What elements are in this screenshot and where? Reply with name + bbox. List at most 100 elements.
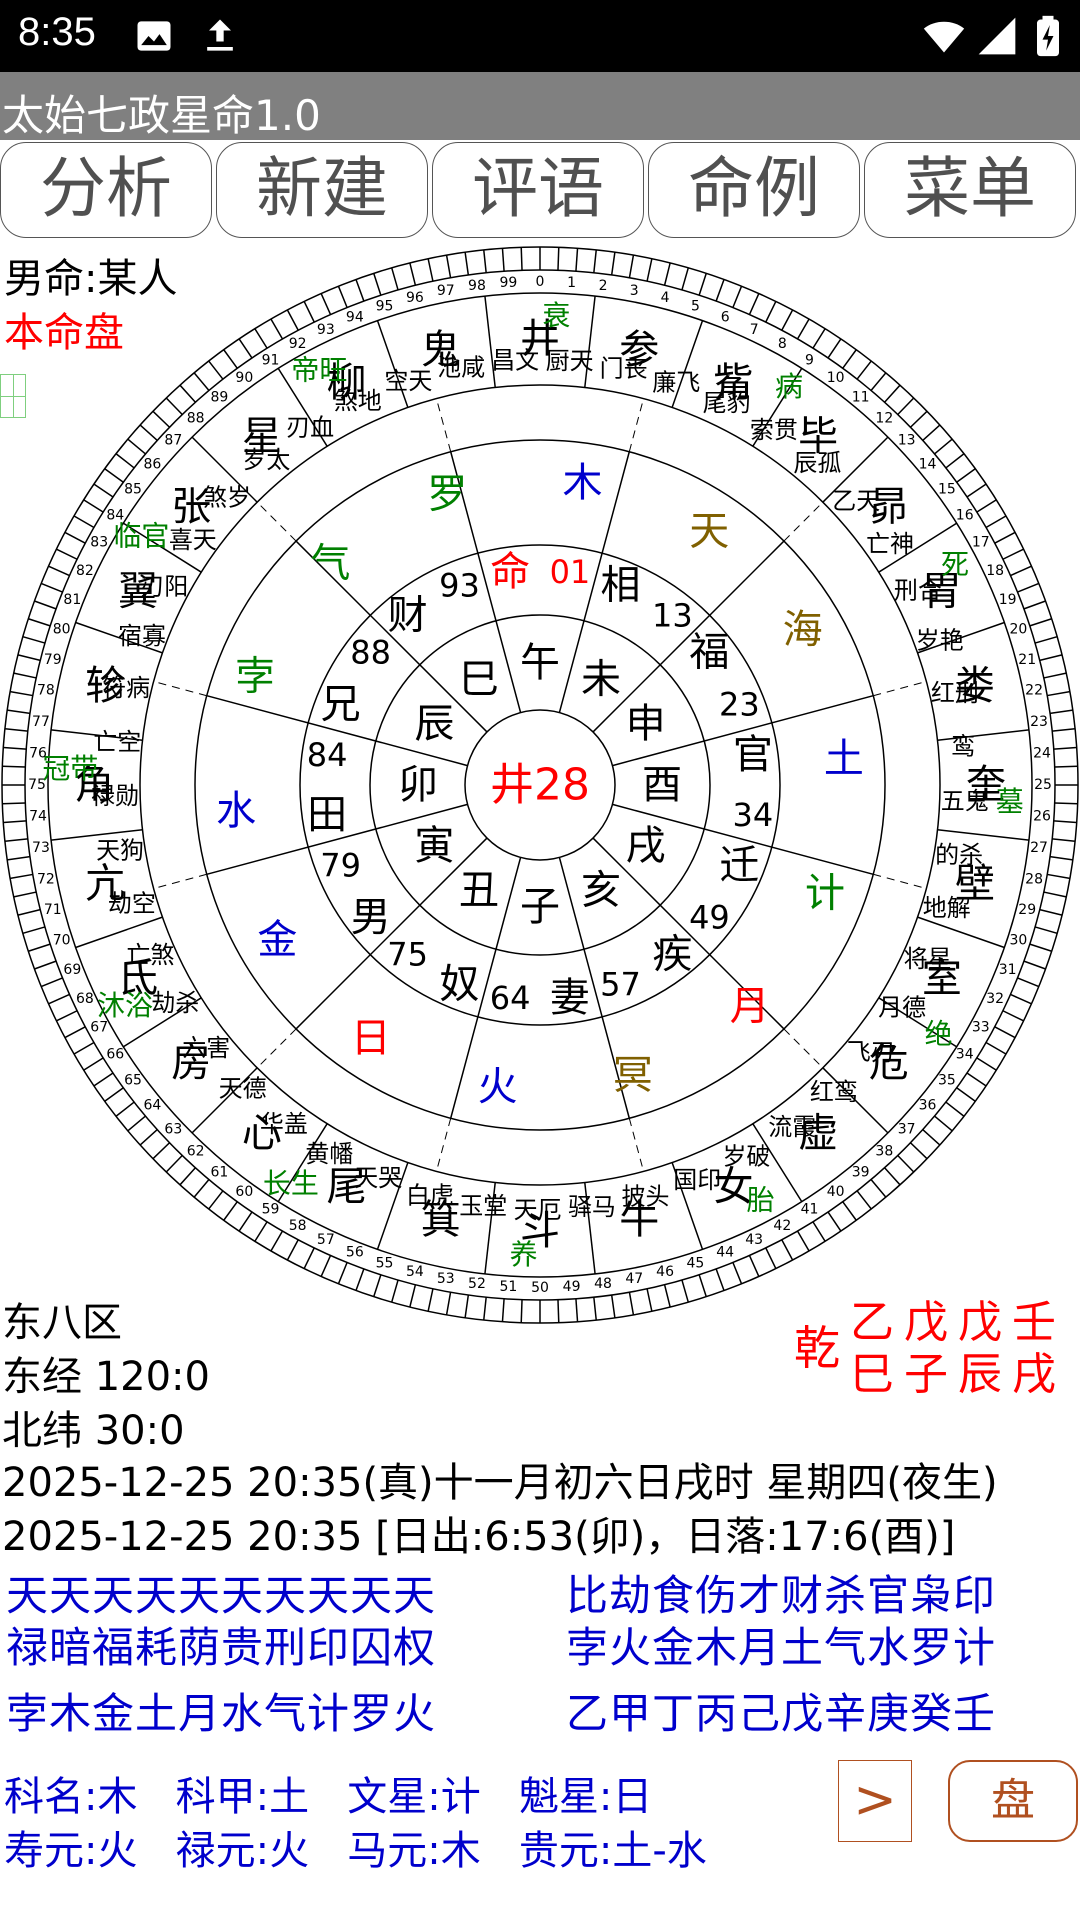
spirit-star-label: 符病 (102, 674, 150, 702)
spirit-star-label: 亡神 (866, 530, 914, 558)
degree-tick (104, 468, 124, 483)
spirit-star-label: 红刑 (931, 679, 979, 707)
degree-tick (1054, 802, 1078, 805)
degree-tick (520, 1299, 523, 1323)
palace-age: 49 (689, 898, 730, 936)
degree-tick (610, 1294, 616, 1318)
degree-number: 34 (956, 1047, 974, 1063)
degree-tick (179, 1167, 196, 1186)
degree-tick (827, 1211, 842, 1232)
degree-number: 7 (750, 322, 759, 338)
degree-number: 62 (187, 1144, 205, 1160)
branch-label: 丑 (459, 868, 499, 914)
degree-tick (934, 1115, 953, 1132)
spirit-star-label: 喜天 (169, 526, 217, 554)
degree-tick (17, 654, 41, 662)
degree-tick (127, 1115, 146, 1132)
wifi-icon (923, 21, 965, 53)
degree-number: 28 (1025, 871, 1043, 887)
degree-tick (698, 273, 707, 296)
degree-tick (83, 1057, 104, 1071)
branch-label: 卯 (398, 762, 438, 808)
degree-number: 50 (531, 1280, 549, 1296)
mansion-divider (937, 829, 1029, 841)
horoscope-chart[interactable]: 井28午 未申酉戌亥子丑寅卯辰巳命 01 相13福23官34迁49疾57妻64奴75男… (0, 245, 1080, 1325)
degree-tick (223, 1201, 238, 1221)
degree-tick (1034, 635, 1058, 644)
degree-tick (1043, 672, 1067, 679)
degree-tick (104, 1087, 124, 1102)
degree-tick (945, 1101, 965, 1117)
tab-new[interactable]: 新建 (216, 142, 428, 238)
degree-number: 17 (972, 535, 990, 551)
spirit-star-label: 天厄 (514, 1196, 562, 1224)
spirit-star-label: 亡煞 (126, 941, 174, 969)
degree-tick (409, 1284, 417, 1308)
degree-number: 47 (625, 1271, 643, 1287)
degree-tick (409, 262, 417, 286)
life-stage-label: 绝 (925, 1018, 953, 1051)
chart-button[interactable]: 盘 (948, 1760, 1078, 1842)
degree-tick (870, 372, 887, 391)
element-notes-line1: 科名:木 科甲:土 文星:计 魁星:日 (4, 1774, 653, 1820)
degree-tick (956, 1087, 976, 1102)
spirit-star-label: 天哭 (354, 1164, 402, 1192)
degree-tick (390, 1279, 399, 1303)
palace-name: 福 (689, 630, 729, 676)
degree-tick (337, 285, 348, 308)
life-stage-label: 长生 (263, 1167, 319, 1200)
degree-tick (1023, 960, 1046, 970)
branch-label: 巳 (459, 656, 499, 702)
element-notes-line2: 寿元:火 禄元:火 马元:木 贵元:土-水 (4, 1828, 707, 1874)
degree-number: 83 (90, 535, 108, 551)
spirit-star-label: 流霞 (768, 1113, 816, 1141)
spirit-star-label: 飞刃 (847, 1038, 895, 1066)
palace-name: 妻 (550, 975, 590, 1021)
degree-tick (646, 1288, 653, 1312)
degree-tick (748, 1255, 760, 1277)
palace-name: 迁 (719, 843, 759, 889)
degree-number: 13 (898, 433, 916, 449)
degree-tick (945, 453, 965, 469)
degree-tick (1010, 993, 1032, 1005)
planet-label: 天 (689, 508, 729, 554)
degree-number: 92 (289, 336, 307, 352)
latitude: 北纬 30:0 (2, 1408, 185, 1454)
palace-divider-outer (435, 398, 452, 452)
degree-number: 75 (28, 777, 46, 793)
degree-tick (884, 384, 901, 403)
bazi-branch: 巳 (850, 1349, 904, 1400)
tab-examples[interactable]: 命例 (648, 142, 860, 238)
degree-number: 14 (919, 456, 937, 472)
degree-tick (3, 820, 27, 824)
degree-number: 77 (32, 714, 50, 730)
tab-analysis[interactable]: 分析 (0, 142, 212, 238)
degree-tick (355, 1268, 365, 1291)
palace-divider-outer (256, 1028, 297, 1069)
degree-number: 43 (745, 1232, 763, 1248)
degree-tick (1049, 709, 1073, 715)
degree-tick (22, 635, 46, 644)
spirit-star-label: 索贯 (750, 416, 798, 444)
degree-number: 70 (53, 932, 71, 948)
branch-label: 未 (581, 656, 621, 702)
palace-age: 93 (439, 567, 480, 605)
degree-number: 61 (210, 1165, 228, 1181)
degree-tick (208, 360, 224, 380)
degree-tick (73, 515, 95, 529)
degree-tick (165, 1154, 183, 1173)
degree-tick (557, 1299, 560, 1323)
degree-tick (355, 279, 365, 302)
degree-number: 9 (805, 352, 814, 368)
spirit-star-label: 黄幡 (305, 1140, 353, 1168)
degree-tick (1017, 582, 1040, 593)
degree-tick (320, 1255, 332, 1277)
degree-tick (4, 728, 28, 732)
next-button[interactable]: > (838, 1760, 912, 1842)
tab-comments[interactable]: 评语 (432, 142, 644, 238)
tab-menu[interactable]: 菜单 (864, 142, 1076, 238)
degree-number: 97 (437, 283, 455, 299)
spirit-star-label: 禄勋 (91, 782, 139, 810)
degree-number: 30 (1009, 932, 1027, 948)
life-stage-label: 衰 (542, 299, 570, 332)
